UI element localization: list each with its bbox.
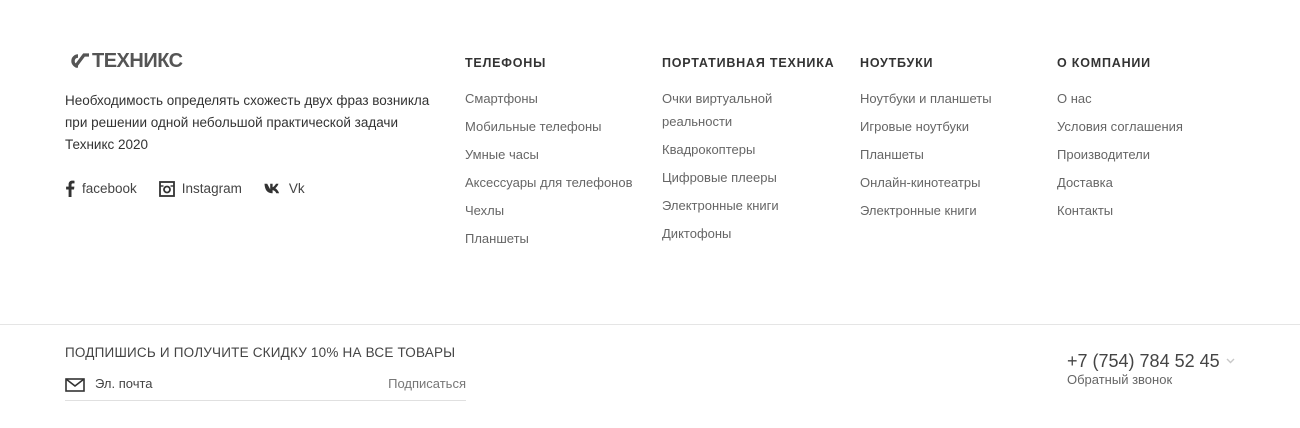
social-link-instagram[interactable]: Instagram xyxy=(158,180,242,197)
footer-divider xyxy=(0,324,1300,325)
envelope-icon xyxy=(65,378,85,392)
subscribe-button[interactable]: Подписаться xyxy=(388,376,466,391)
subscribe-form: Подписаться xyxy=(65,375,466,401)
logo-mark-icon xyxy=(71,53,89,68)
footer-link[interactable]: О нас xyxy=(1057,91,1092,106)
vk-icon xyxy=(264,183,279,194)
footer-link[interactable]: Очки виртуальной реальности xyxy=(662,91,772,129)
footer-link[interactable]: Умные часы xyxy=(465,147,539,162)
column-title: ТЕЛЕФОНЫ xyxy=(465,56,547,70)
footer-column-laptops: НОУТБУКИ Ноутбуки и планшеты Игровые ноу… xyxy=(860,55,992,227)
logo[interactable]: ТЕХНИКС xyxy=(65,50,445,72)
logo-text: ТЕХНИКС xyxy=(92,49,183,72)
footer-link[interactable]: Контакты xyxy=(1057,203,1113,218)
footer-link[interactable]: Электронные книги xyxy=(662,198,779,213)
brand-block: ТЕХНИКС Необходимость определять схожест… xyxy=(65,50,445,197)
facebook-icon xyxy=(66,180,75,197)
column-title: О КОМПАНИИ xyxy=(1057,56,1151,70)
footer-link[interactable]: Планшеты xyxy=(860,147,924,162)
footer-link[interactable]: Доставка xyxy=(1057,175,1113,190)
chevron-down-icon[interactable] xyxy=(1226,358,1235,364)
callback-link[interactable]: Обратный звонок xyxy=(1067,372,1235,388)
instagram-icon xyxy=(158,180,175,197)
phone-dropdown[interactable]: +7 (754) 784 52 45 xyxy=(1067,350,1235,372)
social-label: Vk xyxy=(288,181,305,196)
footer-link[interactable]: Квадрокоптеры xyxy=(662,142,755,157)
contact-block: +7 (754) 784 52 45 Обратный звонок xyxy=(1067,350,1235,388)
about-text: Необходимость определять схожесть двух ф… xyxy=(65,93,430,130)
footer-link[interactable]: Диктофоны xyxy=(662,226,731,241)
social-link-facebook[interactable]: facebook xyxy=(65,180,137,197)
footer-link[interactable]: Условия соглашения xyxy=(1057,119,1183,134)
social-label: Instagram xyxy=(181,181,242,196)
footer-link[interactable]: Онлайн-кинотеатры xyxy=(860,175,980,190)
copyright: Техникс 2020 xyxy=(65,137,149,152)
column-title: НОУТБУКИ xyxy=(860,56,934,70)
footer-link[interactable]: Планшеты xyxy=(465,231,529,246)
footer-link[interactable]: Смартфоны xyxy=(465,91,538,106)
footer-column-phones: ТЕЛЕФОНЫ Смартфоны Мобильные телефоны Ум… xyxy=(465,55,633,255)
footer-link[interactable]: Ноутбуки и планшеты xyxy=(860,91,992,106)
footer-link[interactable]: Производители xyxy=(1057,147,1150,162)
social-links: facebook Instagram Vk xyxy=(65,180,445,197)
footer-top: ТЕХНИКС Необходимость определять схожест… xyxy=(0,0,1300,324)
phone-number[interactable]: +7 (754) 784 52 45 xyxy=(1067,350,1220,372)
subscribe-block: ПОДПИШИСЬ И ПОЛУЧИТЕ СКИДКУ 10% НА ВСЕ Т… xyxy=(65,344,466,401)
footer-column-portable: ПОРТАТИВНАЯ ТЕХНИКА Очки виртуальной реа… xyxy=(662,55,835,250)
footer-link[interactable]: Игровые ноутбуки xyxy=(860,119,969,134)
footer-link[interactable]: Цифровые плееры xyxy=(662,170,777,185)
footer-link[interactable]: Чехлы xyxy=(465,203,504,218)
email-input[interactable] xyxy=(95,375,355,393)
column-title: ПОРТАТИВНАЯ ТЕХНИКА xyxy=(662,56,835,70)
social-label: facebook xyxy=(82,181,137,196)
footer-link[interactable]: Аксессуары для телефонов xyxy=(465,175,633,190)
subscribe-title: ПОДПИШИСЬ И ПОЛУЧИТЕ СКИДКУ 10% НА ВСЕ Т… xyxy=(65,345,456,360)
social-link-vk[interactable]: Vk xyxy=(264,181,305,196)
footer-column-company: О КОМПАНИИ О нас Условия соглашения Прои… xyxy=(1057,55,1183,227)
footer-link[interactable]: Мобильные телефоны xyxy=(465,119,602,134)
footer-link[interactable]: Электронные книги xyxy=(860,203,977,218)
